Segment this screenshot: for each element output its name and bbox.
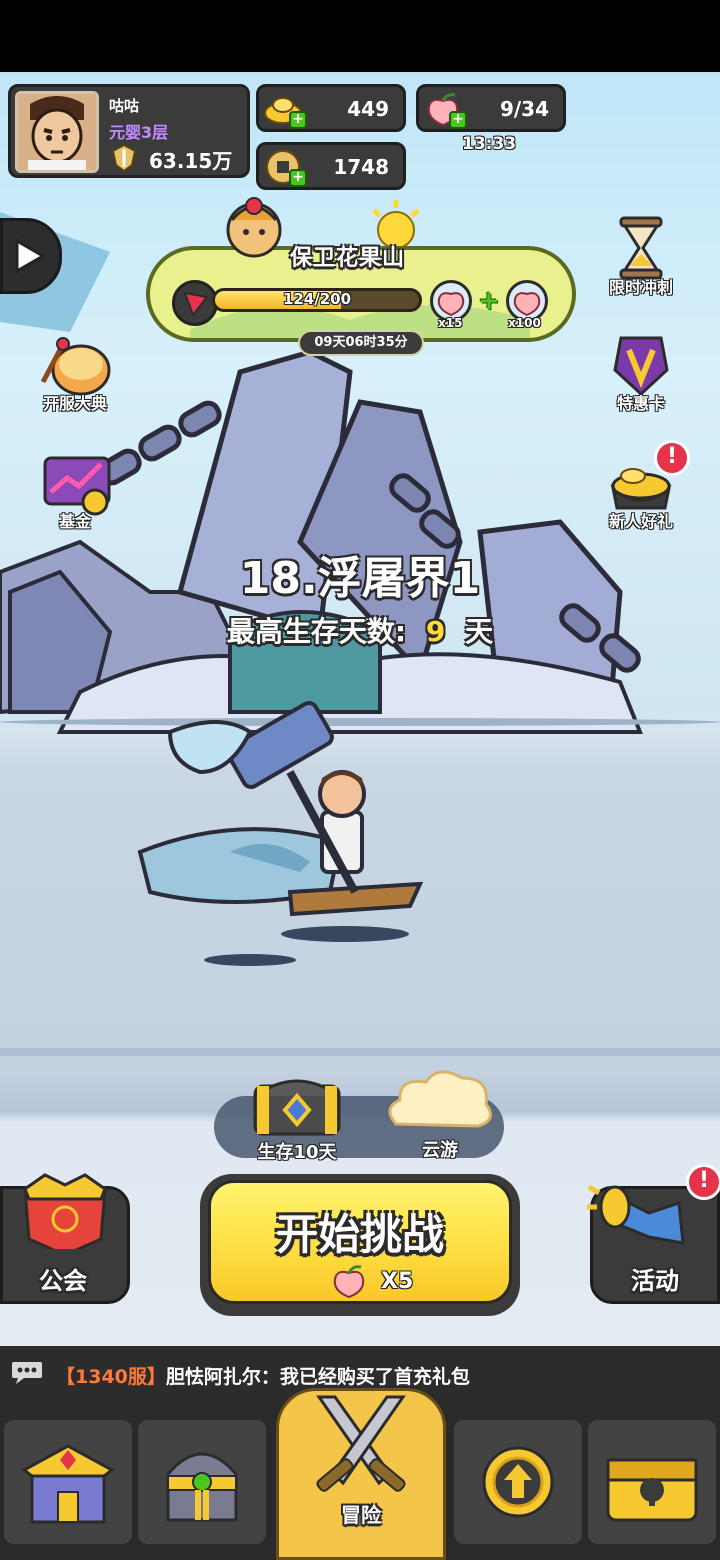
chat-bubble-icon [12,1362,42,1384]
peach-icon [333,1265,365,1299]
helmet-icon [166,1452,238,1522]
locked-chest-icon [606,1458,698,1522]
cloud-travel-label: 云游 [422,1140,458,1161]
sun-icon [372,200,420,246]
fund-label: 基金 [58,512,91,531]
palace-icon [21,1444,115,1524]
expand-menu-button[interactable] [0,218,62,294]
opening-ceremony-button[interactable]: 开服大典 [20,330,130,414]
fund-button[interactable]: 基金 [20,448,130,532]
player-panel[interactable]: 咕咕 元婴3层 63.15万 [8,84,250,178]
activity-alert-badge: ! [686,1164,720,1200]
stage-title: 18.浮屠界1 [239,553,481,604]
peach-icon [437,292,465,317]
status-bar [0,0,720,72]
guild-banner-icon [23,1173,107,1249]
avatar[interactable] [15,91,99,173]
nav-home-button[interactable] [4,1420,132,1544]
newbie-gift-alert-badge: ! [654,440,690,476]
nav-adventure-button[interactable]: 冒险 [276,1388,446,1560]
guild-label: 公会 [39,1267,87,1295]
nav-upgrade-button[interactable] [454,1420,582,1544]
play-arrow-icon [15,238,47,274]
event-reward-2-qty: x100 [508,316,541,330]
event-title: 保卫花果山 [290,246,406,271]
combat-power-icon [111,143,137,173]
add-gold-icon[interactable]: + [289,111,307,129]
discount-card-label: 特惠卡 [616,394,665,413]
best-days-unit: 天 [465,615,494,648]
combat-power-value: 63.15万 [149,149,233,173]
chat-content: 胆怯阿扎尔：我已经购买了首充礼包 [165,1366,470,1388]
newbie-gift-label: 新人好礼 [608,512,673,531]
activity-button[interactable]: 活动 [587,1184,720,1304]
ground-edge [0,1048,720,1056]
opening-ceremony-label: 开服大典 [42,394,107,413]
player-name: 咕咕 [109,97,140,115]
nav-adventure-label: 冒险 [341,1503,381,1527]
plus-icon: + [478,286,500,316]
event-progress-text: 124/200 [282,290,352,308]
limited-sprint-button[interactable]: 限时冲刺 [586,214,696,298]
peach-icon [513,292,541,317]
best-survival-days: 最高生存天数: 9 天 [0,610,720,650]
start-challenge-cost: X5 [381,1269,414,1294]
activity-label: 活动 [631,1267,679,1295]
cloud-icon [388,1070,492,1128]
discount-card-button[interactable]: 特惠卡 [586,330,696,414]
player-portrait-icon [18,94,96,170]
event-timer: 09天06时35分 [298,330,424,356]
upgrade-arrow-icon [482,1446,554,1518]
limited-sprint-label: 限时冲刺 [608,278,673,297]
peach-value: 9/34 [499,97,549,121]
best-days-value: 9 [425,615,446,648]
coin-resource[interactable]: + 1748 [256,142,406,190]
nav-treasure-button[interactable] [588,1420,716,1544]
event-reward-1-qty: x15 [438,316,463,330]
player-realm: 元婴3层 [109,123,169,142]
gold-value: 449 [347,97,389,121]
chat-message: 【1340服】胆怯阿扎尔：我已经购买了首充礼包 [56,1362,470,1389]
treasure-chest-icon [253,1079,341,1136]
horn-icon [587,1184,685,1245]
start-challenge-label: 开始挑战 [275,1210,444,1259]
best-days-label: 最高生存天数: [226,615,407,648]
chat-server: 【1340服】 [56,1366,166,1388]
cloud-travel-button[interactable]: 云游 [380,1064,500,1162]
nav-equipment-button[interactable] [138,1420,266,1544]
add-coin-icon[interactable]: + [289,169,307,187]
survival-chest-button[interactable]: 生存10天 [242,1066,352,1164]
survival-chest-label: 生存10天 [257,1142,337,1163]
guild-button[interactable]: 公会 [0,1173,130,1304]
gold-resource[interactable]: + 449 [256,84,406,132]
start-challenge-button[interactable]: 开始挑战 X5 [200,1174,520,1316]
crossed-swords-icon [316,1395,406,1492]
start-challenge-face[interactable]: 开始挑战 X5 [208,1180,512,1304]
add-peach-icon[interactable]: + [449,111,467,129]
peach-regen-timer: 13:33 [462,134,517,154]
peach-stamina[interactable]: + 9/34 [416,84,566,132]
monkey-king-icon [226,197,282,258]
coin-value: 1748 [333,155,389,179]
